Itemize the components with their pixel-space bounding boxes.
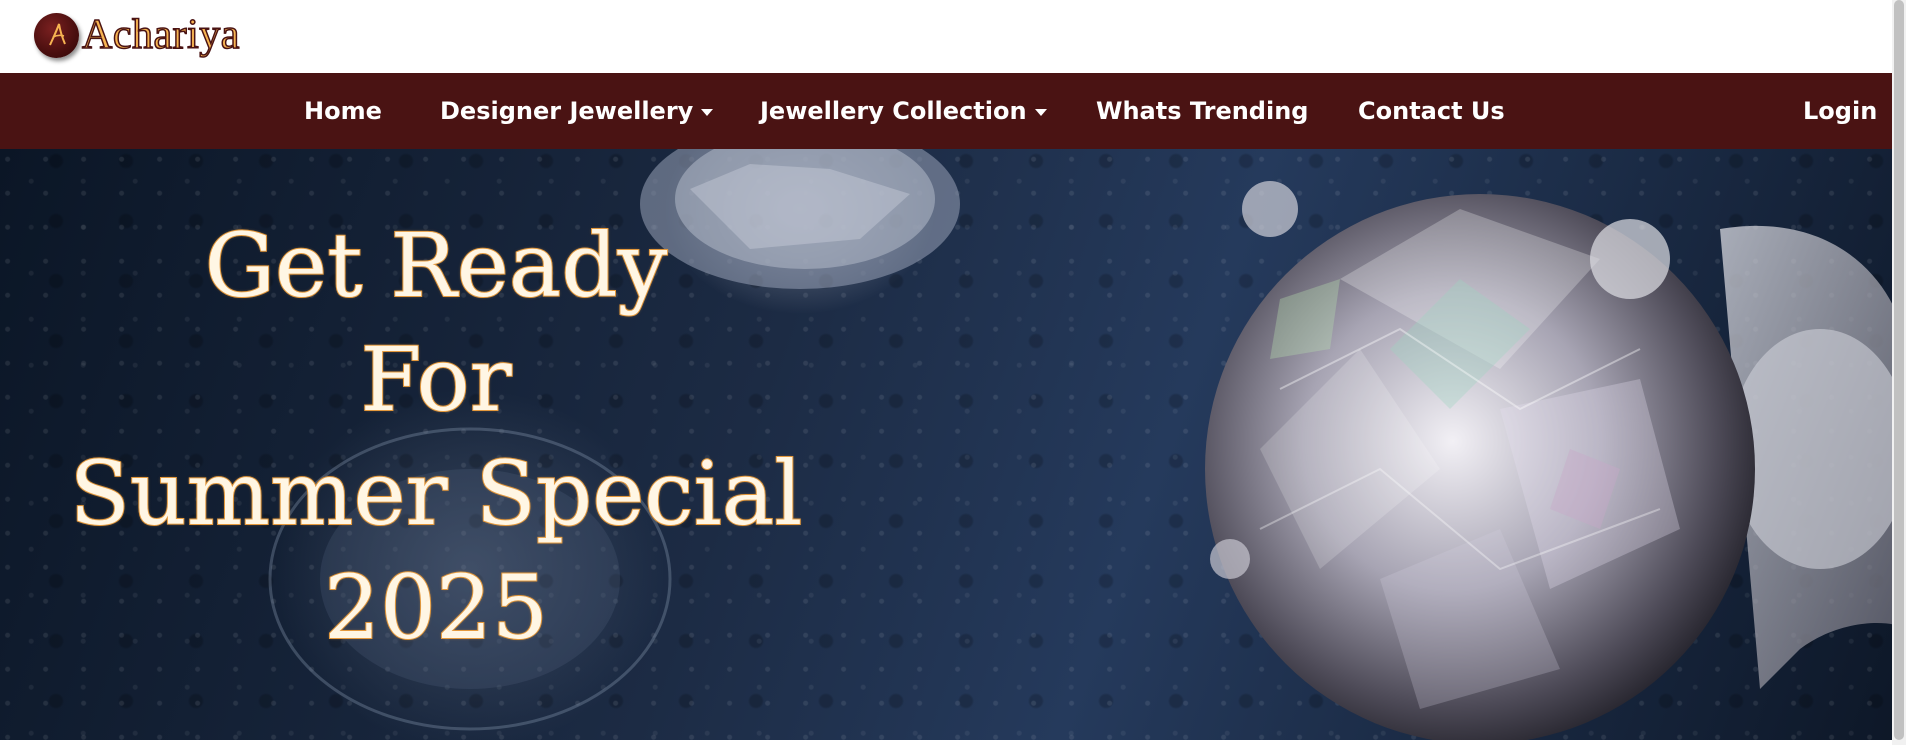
logo-emblem-icon xyxy=(34,12,79,58)
hero-line-2: For xyxy=(359,327,512,432)
nav-item-label: Designer Jewellery xyxy=(440,97,694,125)
nav-item-contact-us[interactable]: Contact Us xyxy=(1358,73,1505,149)
brand-logo[interactable]: Achariya xyxy=(34,10,240,60)
hero-heading: Get Ready For Summer Special 2025 xyxy=(56,209,816,665)
site-header: Achariya xyxy=(0,0,1906,73)
nav-item-label: Whats Trending xyxy=(1096,97,1309,125)
hero-line-1: Get Ready xyxy=(204,213,669,318)
login-label: Login xyxy=(1803,97,1878,125)
brand-name: Achariya xyxy=(81,12,240,58)
main-navbar: Home Designer Jewellery Jewellery Collec… xyxy=(0,73,1906,149)
caret-down-icon xyxy=(701,108,714,116)
nav-item-designer-jewellery[interactable]: Designer Jewellery xyxy=(440,73,714,149)
nav-item-label: Contact Us xyxy=(1358,97,1505,125)
hero-banner: Get Ready For Summer Special 2025 xyxy=(0,149,1906,740)
login-link[interactable]: Login xyxy=(1803,73,1877,149)
hero-line-3: Summer Special xyxy=(69,441,804,546)
nav-item-label: Home xyxy=(304,97,382,125)
nav-item-home[interactable]: Home xyxy=(304,73,382,149)
vertical-scrollbar[interactable] xyxy=(1892,0,1906,745)
diamond-ring-image xyxy=(1205,181,1906,740)
nav-item-whats-trending[interactable]: Whats Trending xyxy=(1096,73,1308,149)
hero-line-4: 2025 xyxy=(323,555,549,660)
nav-item-label: Jewellery Collection xyxy=(760,97,1027,125)
logo-a-icon xyxy=(48,23,66,46)
page-divider xyxy=(0,740,1892,745)
scrollbar-thumb[interactable] xyxy=(1894,0,1904,740)
caret-down-icon xyxy=(1034,108,1047,116)
nav-item-jewellery-collection[interactable]: Jewellery Collection xyxy=(760,73,1047,149)
